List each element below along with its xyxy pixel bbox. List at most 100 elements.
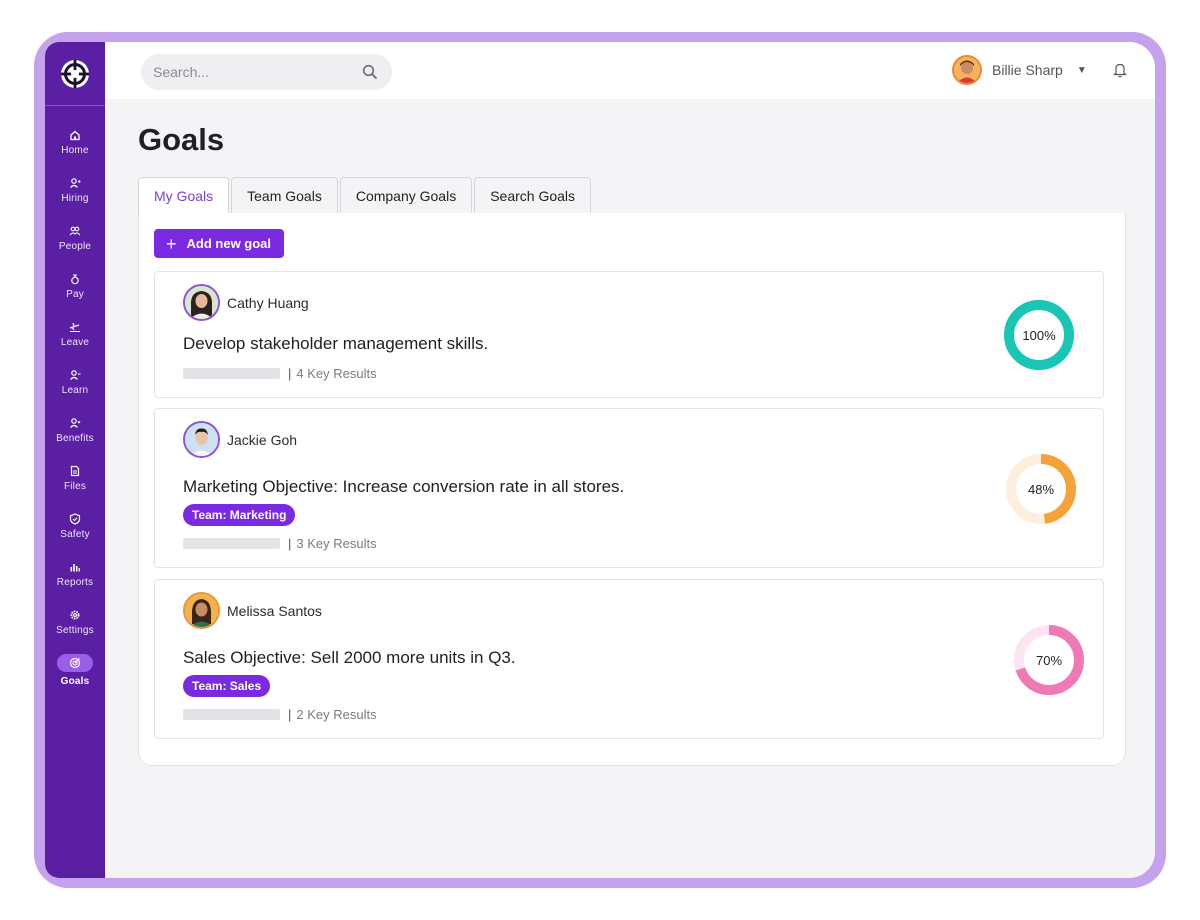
key-results-count[interactable]: | 2 Key Results <box>288 707 377 722</box>
key-results-row: | 2 Key Results <box>183 707 377 722</box>
add-goal-button[interactable]: + Add new goal <box>154 229 285 258</box>
goal-owner: Melissa Santos <box>183 592 322 629</box>
bell-icon[interactable] <box>1113 62 1127 78</box>
sidebar: Home Hiring People Pay Leave Learn Benef… <box>45 42 105 878</box>
sidebar-item-files[interactable]: Files <box>45 454 105 502</box>
progress-chart: 100% <box>1004 300 1074 370</box>
app-logo-icon[interactable] <box>59 58 91 90</box>
sidebar-item-label: Learn <box>61 384 89 396</box>
progress-label: 100% <box>1022 328 1056 343</box>
sidebar-item-label: Goals <box>60 675 90 687</box>
home-icon <box>70 130 80 140</box>
goal-owner: Cathy Huang <box>183 284 309 321</box>
sidebar-item-label: Hiring <box>61 192 89 204</box>
sidebar-item-label: Pay <box>66 288 84 300</box>
hiring-icon <box>70 177 81 188</box>
team-tag[interactable]: Team: Sales <box>183 675 271 697</box>
sidebar-item-settings[interactable]: Settings <box>45 598 105 646</box>
active-indicator <box>57 653 93 672</box>
sidebar-item-label: Safety <box>60 528 90 540</box>
key-results-bar <box>183 709 280 720</box>
progress-label: 70% <box>1036 653 1062 668</box>
sidebar-item-label: Files <box>63 480 87 492</box>
avatar <box>952 55 982 85</box>
sidebar-item-goals[interactable]: Goals <box>45 646 105 694</box>
sidebar-item-label: Benefits <box>56 432 94 444</box>
progress-label: 48% <box>1028 482 1054 497</box>
avatar <box>183 421 220 458</box>
owner-name: Cathy Huang <box>227 294 309 311</box>
tab-team-goals[interactable]: Team Goals <box>231 177 338 214</box>
sidebar-item-reports[interactable]: Reports <box>45 550 105 598</box>
leave-icon <box>69 322 80 332</box>
user-name: Billie Sharp <box>992 62 1063 78</box>
sidebar-nav: Home Hiring People Pay Leave Learn Benef… <box>45 106 105 694</box>
goals-icon <box>69 657 81 668</box>
tab-company-goals[interactable]: Company Goals <box>339 177 473 214</box>
sidebar-item-label: Leave <box>60 336 90 348</box>
search-box <box>141 54 392 90</box>
goal-title[interactable]: Marketing Objective: Increase conversion… <box>183 477 624 497</box>
sidebar-item-label: Home <box>61 144 89 156</box>
sidebar-item-label: Settings <box>56 624 94 636</box>
goals-panel: + Add new goal Cathy Huang Develop stake… <box>138 213 1126 766</box>
key-results-row: | 3 Key Results <box>183 536 377 551</box>
search-icon[interactable] <box>362 64 378 80</box>
goal-card[interactable]: Jackie Goh Marketing Objective: Increase… <box>154 408 1104 568</box>
settings-icon <box>70 610 80 619</box>
key-results-count[interactable]: | 3 Key Results <box>288 536 377 551</box>
goal-card[interactable]: Melissa Santos Sales Objective: Sell 200… <box>154 579 1104 739</box>
user-avatar-icon <box>954 57 980 83</box>
goal-tabs: My Goals Team Goals Company Goals Search… <box>138 177 593 214</box>
avatar <box>183 592 220 629</box>
key-results-row: | 4 Key Results <box>183 366 377 381</box>
sidebar-item-label: Reports <box>56 576 94 588</box>
page-title: Goals <box>138 122 225 157</box>
sidebar-item-benefits[interactable]: Benefits <box>45 406 105 454</box>
progress-chart: 48% <box>1006 454 1076 524</box>
progress-donut: 70% <box>1013 624 1085 696</box>
progress-donut: 100% <box>1003 299 1075 371</box>
reports-icon <box>70 563 80 571</box>
learn-icon <box>70 369 81 380</box>
sidebar-item-label: People <box>58 240 92 252</box>
plus-icon: + <box>166 233 177 254</box>
search-input[interactable] <box>153 54 353 90</box>
benefits-icon <box>70 417 81 428</box>
key-results-bar <box>183 368 280 379</box>
sidebar-item-home[interactable]: Home <box>45 118 105 166</box>
goal-owner: Jackie Goh <box>183 421 297 458</box>
owner-name: Jackie Goh <box>227 431 298 448</box>
progress-donut: 48% <box>1005 453 1077 525</box>
team-tag[interactable]: Team: Marketing <box>183 504 296 526</box>
pay-icon <box>71 274 79 284</box>
app-window: Home Hiring People Pay Leave Learn Benef… <box>45 42 1155 878</box>
add-goal-label: Add new goal <box>186 236 272 251</box>
user-menu[interactable]: Billie Sharp ▼ <box>952 54 1087 86</box>
safety-icon <box>69 512 81 525</box>
sidebar-item-pay[interactable]: Pay <box>45 262 105 310</box>
tab-my-goals[interactable]: My Goals <box>138 177 230 214</box>
owner-avatar-icon <box>185 594 218 627</box>
sidebar-item-hiring[interactable]: Hiring <box>45 166 105 214</box>
logo-area <box>45 42 105 106</box>
owner-avatar-icon <box>185 423 218 456</box>
goal-title[interactable]: Sales Objective: Sell 2000 more units in… <box>183 648 516 668</box>
files-icon <box>70 465 80 476</box>
sidebar-item-leave[interactable]: Leave <box>45 310 105 358</box>
sidebar-item-people[interactable]: People <box>45 214 105 262</box>
sidebar-item-learn[interactable]: Learn <box>45 358 105 406</box>
key-results-bar <box>183 538 280 549</box>
key-results-count[interactable]: | 4 Key Results <box>288 366 377 381</box>
owner-name: Melissa Santos <box>227 602 322 619</box>
sidebar-item-safety[interactable]: Safety <box>45 502 105 550</box>
goal-card[interactable]: Cathy Huang Develop stakeholder manageme… <box>154 271 1104 398</box>
avatar <box>183 284 220 321</box>
people-icon <box>69 226 81 235</box>
tab-search-goals[interactable]: Search Goals <box>474 177 592 214</box>
chevron-down-icon[interactable]: ▼ <box>1077 65 1087 76</box>
progress-chart: 70% <box>1014 625 1084 695</box>
goal-title[interactable]: Develop stakeholder management skills. <box>183 334 488 354</box>
top-bar: Billie Sharp ▼ <box>105 42 1155 99</box>
owner-avatar-icon <box>185 286 218 319</box>
